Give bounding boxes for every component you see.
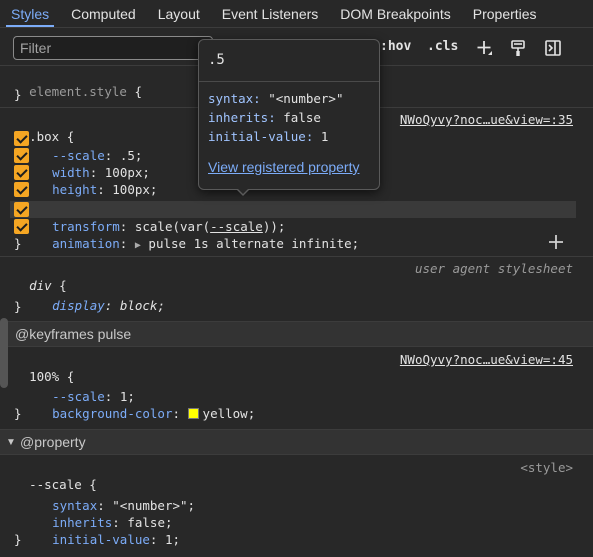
tab-event-listeners[interactable]: Event Listeners — [211, 0, 330, 27]
property-decl-inherits: inherits: false; — [52, 515, 173, 530]
toggle-background-color-checkbox[interactable] — [14, 182, 29, 197]
element-style-close-brace: } — [14, 87, 22, 102]
rule-divider — [0, 256, 593, 257]
cls-toggle[interactable]: .cls — [427, 39, 458, 54]
decl-value[interactable]: 1 — [165, 532, 173, 547]
keyframe-decl-background-color: background-color: yellow; — [52, 406, 256, 421]
box-close-brace: } — [14, 236, 22, 251]
decl-value: block — [119, 298, 158, 313]
variable-tooltip: .5 syntax: "<number>" inherits: false in… — [198, 39, 380, 190]
element-style-open-brace: { — [134, 84, 142, 99]
decl-animation: animation: ▶ pulse 1s alternate infinite… — [52, 236, 360, 251]
add-declaration-icon[interactable] — [547, 233, 565, 251]
keyframe-source-link[interactable]: NWoQyvy?noc…ue&view=:45 — [400, 351, 573, 368]
paint-brush-icon[interactable] — [508, 38, 528, 58]
decl-name[interactable]: animation — [52, 236, 120, 251]
toggle-width-checkbox[interactable] — [14, 148, 29, 163]
tooltip-syntax-line: syntax: "<number>" — [208, 91, 343, 106]
tooltip-arrow — [236, 188, 250, 196]
keyframes-section-header: @keyframes pulse — [0, 321, 593, 347]
tab-layout[interactable]: Layout — [147, 0, 211, 27]
property-decl-syntax: syntax: "<number>"; — [52, 498, 196, 513]
toggle-animation-checkbox[interactable] — [14, 219, 29, 234]
decl-name: display — [52, 298, 105, 313]
ua-source-label: user agent stylesheet — [414, 261, 573, 276]
decl-height: height: 100px; — [52, 182, 158, 197]
decl-name[interactable]: background-color — [52, 406, 172, 421]
tooltip-syntax-value: "<number>" — [268, 91, 344, 106]
color-swatch[interactable] — [187, 408, 199, 419]
tooltip-syntax-label: syntax: — [208, 91, 261, 106]
collapse-triangle-icon[interactable]: ▼ — [6, 430, 16, 455]
tab-dom-breakpoints[interactable]: DOM Breakpoints — [329, 0, 461, 27]
tab-properties[interactable]: Properties — [462, 0, 548, 27]
element-style-rule-header: element.style { — [14, 66, 142, 99]
keyframe-decl-scale: --scale: 1; — [52, 389, 135, 404]
decl-scale: --scale: .5; — [52, 148, 143, 163]
decl-value[interactable]: pulse 1s alternate infinite; — [148, 236, 359, 251]
property-rule-header: --scale { — [14, 459, 97, 492]
tooltip-divider — [199, 81, 379, 82]
tooltip-initial-line: initial-value: 1 — [208, 129, 328, 144]
tooltip-inherits-label: inherits: — [208, 110, 276, 125]
hov-toggle[interactable]: :hov — [380, 39, 411, 54]
element-style-selector[interactable]: element.style — [29, 84, 127, 99]
box-source-link[interactable]: NWoQyvy?noc…ue&view=:35 — [400, 111, 573, 128]
toggle-sidebar-icon[interactable] — [543, 38, 563, 58]
tooltip-inherits-line: inherits: false — [208, 110, 321, 125]
toggle-scale-checkbox[interactable] — [14, 131, 29, 146]
tooltip-value: .5 — [208, 52, 225, 68]
decl-value[interactable]: yellow — [203, 406, 248, 421]
toggle-transform-checkbox[interactable] — [14, 202, 29, 217]
tab-computed[interactable]: Computed — [60, 0, 147, 27]
tooltip-initial-value: 1 — [320, 129, 329, 144]
scrollbar-thumb[interactable] — [0, 318, 8, 388]
decl-transform: transform: scale(var(--scale)); — [52, 219, 286, 234]
property-section-header[interactable]: ▼ @property — [0, 429, 593, 455]
decl-name[interactable]: initial-value — [52, 532, 150, 547]
expand-triangle-icon[interactable]: ▶ — [135, 240, 141, 251]
box-rule-header: .box { — [14, 111, 74, 144]
keyframe-close-brace: } — [14, 406, 22, 421]
property-decl-initial-value: initial-value: 1; — [52, 532, 181, 547]
ua-close-brace: } — [14, 299, 22, 314]
tooltip-initial-label: initial-value: — [208, 129, 314, 144]
view-registered-property-link[interactable]: View registered property — [208, 159, 359, 175]
ua-decl-display: display: block; — [52, 298, 165, 313]
keyframe-rule-header: 100% { — [14, 351, 74, 384]
toggle-height-checkbox[interactable] — [14, 165, 29, 180]
ua-rule-header: div { — [14, 260, 67, 293]
property-close-brace: } — [14, 532, 22, 547]
filter-input[interactable] — [13, 36, 213, 60]
tooltip-inherits-value: false — [283, 110, 321, 125]
tab-styles[interactable]: Styles — [0, 0, 60, 27]
property-section-title: @property — [20, 434, 86, 450]
new-style-rule-icon[interactable] — [474, 38, 494, 58]
panel-tabs: Styles Computed Layout Event Listeners D… — [0, 0, 593, 28]
property-source-label: <style> — [520, 460, 573, 475]
decl-width: width: 100px; — [52, 165, 150, 180]
